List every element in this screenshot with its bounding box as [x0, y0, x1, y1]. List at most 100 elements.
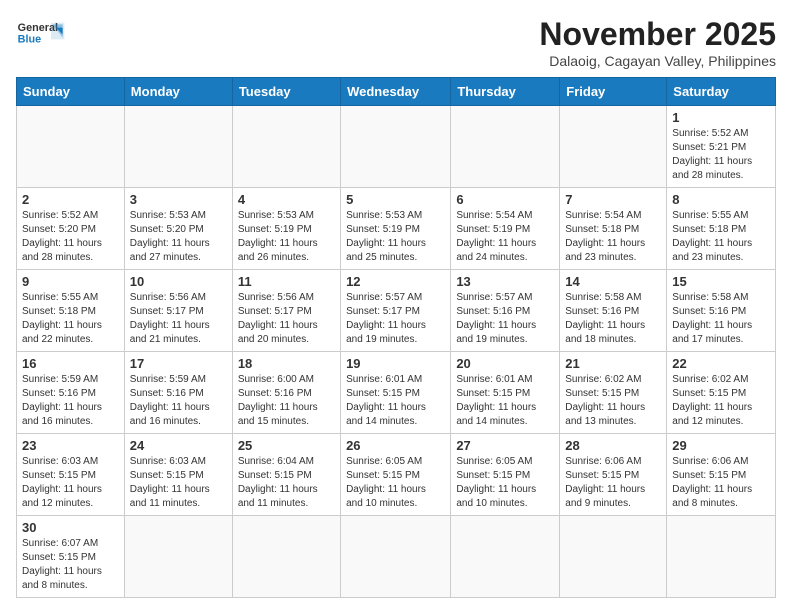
calendar-cell	[560, 106, 667, 188]
weekday-header-saturday: Saturday	[667, 78, 776, 106]
day-number: 3	[130, 192, 227, 207]
calendar-cell: 28 Sunrise: 6:06 AM Sunset: 5:15 PM Dayli…	[560, 434, 667, 516]
day-number: 22	[672, 356, 770, 371]
day-number: 27	[456, 438, 554, 453]
day-info: Sunrise: 5:52 AM Sunset: 5:20 PM Dayligh…	[22, 209, 119, 265]
weekday-header-monday: Monday	[124, 78, 232, 106]
day-info: Sunrise: 5:52 AM Sunset: 5:21 PM Dayligh…	[672, 127, 770, 183]
day-number: 20	[456, 356, 554, 371]
logo: General Blue	[16, 16, 66, 56]
day-number: 14	[565, 274, 661, 289]
day-info: Sunrise: 6:05 AM Sunset: 5:15 PM Dayligh…	[456, 455, 554, 511]
day-number: 12	[346, 274, 445, 289]
day-number: 16	[22, 356, 119, 371]
calendar-cell	[232, 106, 340, 188]
calendar-cell: 15 Sunrise: 5:58 AM Sunset: 5:16 PM Dayli…	[667, 270, 776, 352]
calendar-cell: 13Sunrise: 5:57 AM Sunset: 5:16 PM Dayli…	[451, 270, 560, 352]
day-number: 7	[565, 192, 661, 207]
day-number: 30	[22, 520, 119, 535]
day-info: Sunrise: 5:54 AM Sunset: 5:19 PM Dayligh…	[456, 209, 554, 265]
day-info: Sunrise: 6:04 AM Sunset: 5:15 PM Dayligh…	[238, 455, 335, 511]
day-info: Sunrise: 5:59 AM Sunset: 5:16 PM Dayligh…	[22, 373, 119, 429]
calendar-cell	[341, 516, 451, 598]
day-info: Sunrise: 6:05 AM Sunset: 5:15 PM Dayligh…	[346, 455, 445, 511]
day-info: Sunrise: 5:54 AM Sunset: 5:18 PM Dayligh…	[565, 209, 661, 265]
weekday-header-thursday: Thursday	[451, 78, 560, 106]
calendar-cell: 3 Sunrise: 5:53 AM Sunset: 5:20 PM Daylig…	[124, 188, 232, 270]
day-info: Sunrise: 5:57 AM Sunset: 5:17 PM Dayligh…	[346, 291, 445, 347]
weekday-header-sunday: Sunday	[17, 78, 125, 106]
day-info: Sunrise: 5:58 AM Sunset: 5:16 PM Dayligh…	[565, 291, 661, 347]
day-number: 8	[672, 192, 770, 207]
calendar-cell	[124, 516, 232, 598]
calendar-week-5: 30 Sunrise: 6:07 AM Sunset: 5:15 PM Dayli…	[17, 516, 776, 598]
weekday-header-tuesday: Tuesday	[232, 78, 340, 106]
day-info: Sunrise: 6:02 AM Sunset: 5:15 PM Dayligh…	[565, 373, 661, 429]
day-number: 11	[238, 274, 335, 289]
calendar-cell	[451, 106, 560, 188]
weekday-header-friday: Friday	[560, 78, 667, 106]
day-number: 10	[130, 274, 227, 289]
calendar-cell	[667, 516, 776, 598]
calendar-cell: 12 Sunrise: 5:57 AM Sunset: 5:17 PM Dayli…	[341, 270, 451, 352]
day-info: Sunrise: 5:53 AM Sunset: 5:20 PM Dayligh…	[130, 209, 227, 265]
day-number: 13	[456, 274, 554, 289]
day-number: 28	[565, 438, 661, 453]
calendar-cell: 22 Sunrise: 6:02 AM Sunset: 5:15 PM Dayli…	[667, 352, 776, 434]
calendar-week-2: 9Sunrise: 5:55 AM Sunset: 5:18 PM Daylig…	[17, 270, 776, 352]
calendar-cell: 24Sunrise: 6:03 AM Sunset: 5:15 PM Dayli…	[124, 434, 232, 516]
day-info: Sunrise: 5:53 AM Sunset: 5:19 PM Dayligh…	[238, 209, 335, 265]
page-header: General Blue November 2025 Dalaoig, Caga…	[16, 16, 776, 69]
calendar-cell	[341, 106, 451, 188]
day-number: 6	[456, 192, 554, 207]
day-info: Sunrise: 5:58 AM Sunset: 5:16 PM Dayligh…	[672, 291, 770, 347]
calendar-cell: 1 Sunrise: 5:52 AM Sunset: 5:21 PM Daylig…	[667, 106, 776, 188]
day-info: Sunrise: 5:59 AM Sunset: 5:16 PM Dayligh…	[130, 373, 227, 429]
calendar-week-1: 2 Sunrise: 5:52 AM Sunset: 5:20 PM Daylig…	[17, 188, 776, 270]
logo-icon: General Blue	[16, 16, 66, 56]
day-number: 25	[238, 438, 335, 453]
day-info: Sunrise: 6:07 AM Sunset: 5:15 PM Dayligh…	[22, 537, 119, 593]
day-info: Sunrise: 6:02 AM Sunset: 5:15 PM Dayligh…	[672, 373, 770, 429]
day-info: Sunrise: 5:56 AM Sunset: 5:17 PM Dayligh…	[238, 291, 335, 347]
day-info: Sunrise: 5:56 AM Sunset: 5:17 PM Dayligh…	[130, 291, 227, 347]
calendar-cell: 20Sunrise: 6:01 AM Sunset: 5:15 PM Dayli…	[451, 352, 560, 434]
calendar-cell	[560, 516, 667, 598]
calendar-cell: 30 Sunrise: 6:07 AM Sunset: 5:15 PM Dayli…	[17, 516, 125, 598]
day-number: 1	[672, 110, 770, 125]
day-info: Sunrise: 5:55 AM Sunset: 5:18 PM Dayligh…	[22, 291, 119, 347]
calendar-cell: 6 Sunrise: 5:54 AM Sunset: 5:19 PM Daylig…	[451, 188, 560, 270]
calendar-week-3: 16 Sunrise: 5:59 AM Sunset: 5:16 PM Dayli…	[17, 352, 776, 434]
day-info: Sunrise: 6:03 AM Sunset: 5:15 PM Dayligh…	[22, 455, 119, 511]
calendar-cell: 21Sunrise: 6:02 AM Sunset: 5:15 PM Dayli…	[560, 352, 667, 434]
day-info: Sunrise: 6:06 AM Sunset: 5:15 PM Dayligh…	[672, 455, 770, 511]
calendar-table: SundayMondayTuesdayWednesdayThursdayFrid…	[16, 77, 776, 598]
day-info: Sunrise: 6:06 AM Sunset: 5:15 PM Dayligh…	[565, 455, 661, 511]
day-number: 19	[346, 356, 445, 371]
day-number: 23	[22, 438, 119, 453]
weekday-header-wednesday: Wednesday	[341, 78, 451, 106]
calendar-cell: 4Sunrise: 5:53 AM Sunset: 5:19 PM Daylig…	[232, 188, 340, 270]
day-number: 17	[130, 356, 227, 371]
calendar-cell: 17 Sunrise: 5:59 AM Sunset: 5:16 PM Dayli…	[124, 352, 232, 434]
calendar-week-0: 1 Sunrise: 5:52 AM Sunset: 5:21 PM Daylig…	[17, 106, 776, 188]
calendar-cell	[17, 106, 125, 188]
calendar-body: 1 Sunrise: 5:52 AM Sunset: 5:21 PM Daylig…	[17, 106, 776, 598]
title-area: November 2025 Dalaoig, Cagayan Valley, P…	[539, 16, 776, 69]
calendar-cell: 9Sunrise: 5:55 AM Sunset: 5:18 PM Daylig…	[17, 270, 125, 352]
calendar-cell: 10 Sunrise: 5:56 AM Sunset: 5:17 PM Dayli…	[124, 270, 232, 352]
calendar-cell: 8 Sunrise: 5:55 AM Sunset: 5:18 PM Daylig…	[667, 188, 776, 270]
day-number: 2	[22, 192, 119, 207]
calendar-cell: 7 Sunrise: 5:54 AM Sunset: 5:18 PM Daylig…	[560, 188, 667, 270]
day-info: Sunrise: 5:55 AM Sunset: 5:18 PM Dayligh…	[672, 209, 770, 265]
calendar-cell	[232, 516, 340, 598]
calendar-cell: 29Sunrise: 6:06 AM Sunset: 5:15 PM Dayli…	[667, 434, 776, 516]
location-subtitle: Dalaoig, Cagayan Valley, Philippines	[539, 53, 776, 69]
day-number: 15	[672, 274, 770, 289]
day-number: 18	[238, 356, 335, 371]
svg-text:Blue: Blue	[18, 34, 41, 46]
calendar-cell: 16 Sunrise: 5:59 AM Sunset: 5:16 PM Dayli…	[17, 352, 125, 434]
calendar-cell: 23 Sunrise: 6:03 AM Sunset: 5:15 PM Dayli…	[17, 434, 125, 516]
day-info: Sunrise: 6:01 AM Sunset: 5:15 PM Dayligh…	[346, 373, 445, 429]
day-info: Sunrise: 6:03 AM Sunset: 5:15 PM Dayligh…	[130, 455, 227, 511]
